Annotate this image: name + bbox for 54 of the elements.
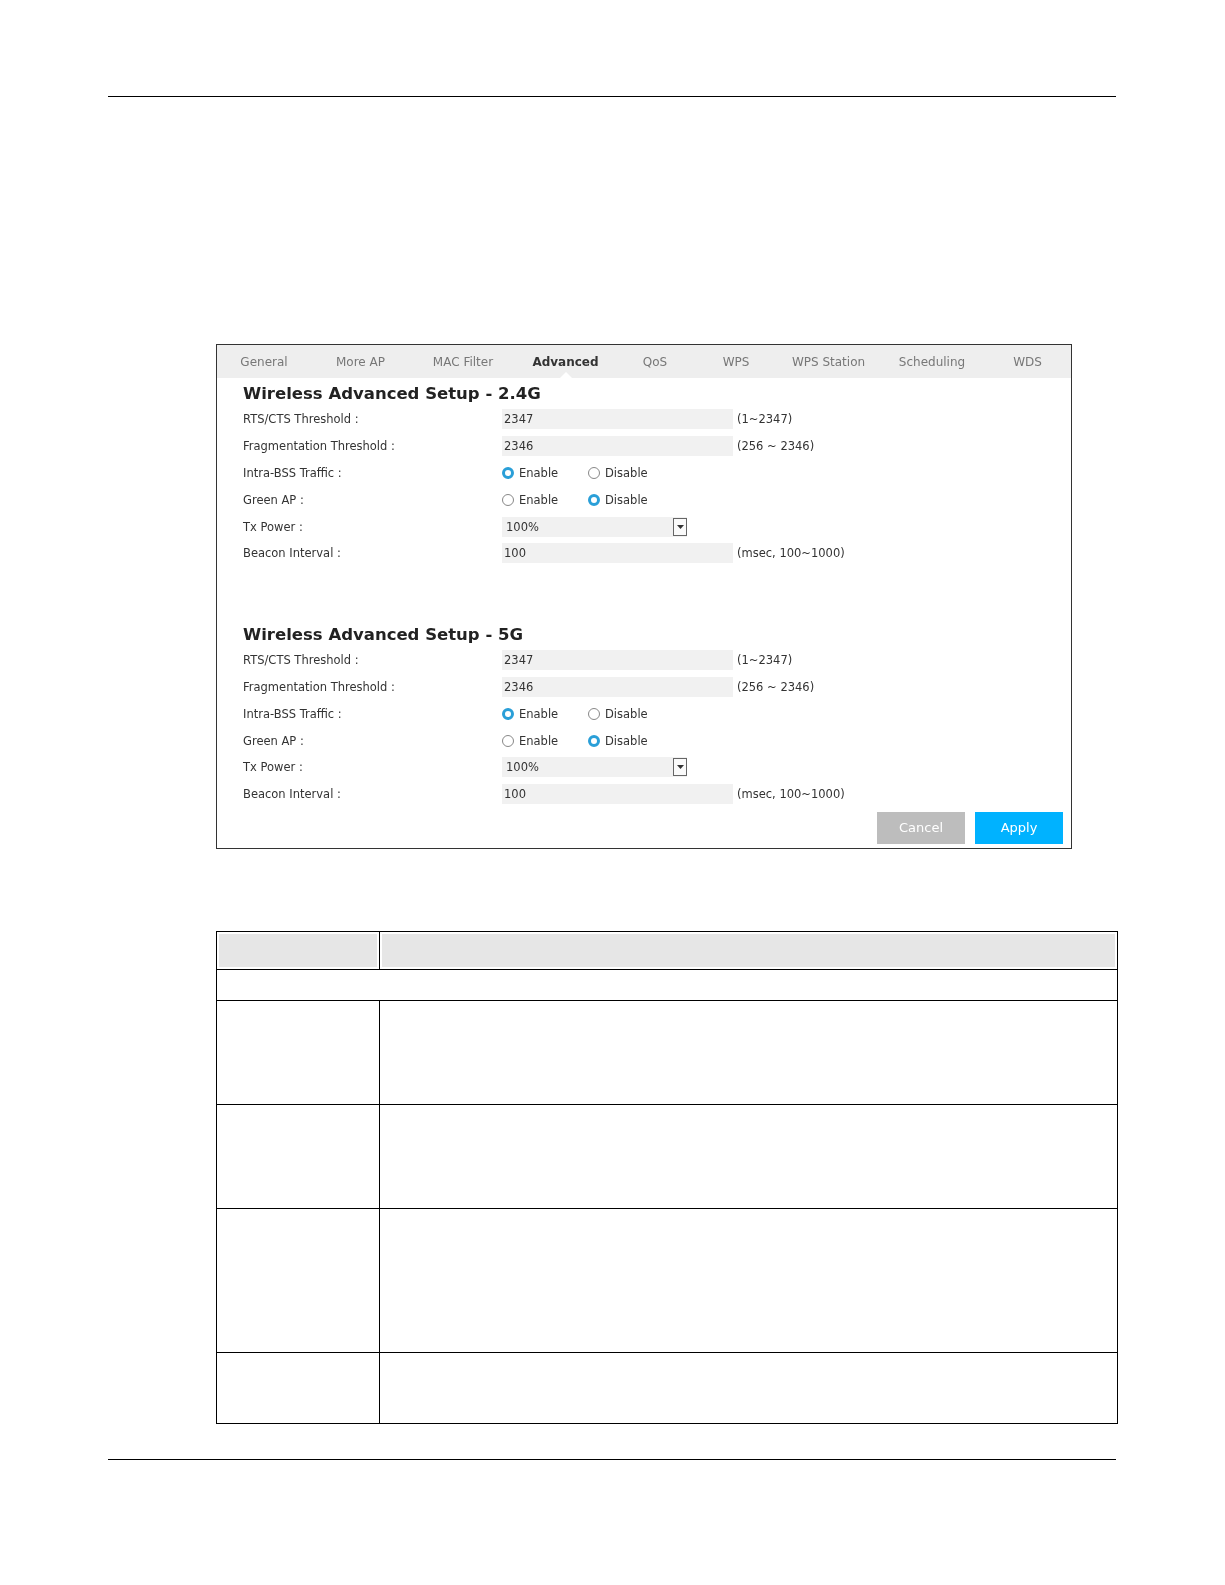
- field-label: Tx Power :: [243, 519, 304, 534]
- radio-button[interactable]: [502, 467, 514, 479]
- radio-label: Disable: [605, 733, 648, 748]
- radio-label: Disable: [605, 492, 648, 507]
- tab[interactable]: Advanced: [532, 354, 599, 369]
- field-label: Beacon Interval :: [243, 546, 342, 561]
- tab[interactable]: MAC Filter: [432, 354, 494, 369]
- field-label: Green AP :: [243, 733, 305, 748]
- text-field[interactable]: 100: [502, 543, 733, 564]
- range-hint: (1~2347): [737, 653, 793, 668]
- field-label: Fragmentation Threshold :: [243, 679, 396, 694]
- range-hint: (1~2347): [737, 412, 793, 427]
- radio-label: Enable: [519, 466, 559, 480]
- tab[interactable]: WDS: [1013, 354, 1042, 369]
- radio-button[interactable]: [502, 734, 514, 747]
- dropdown[interactable]: 100%: [502, 757, 687, 778]
- radio-button[interactable]: [588, 493, 600, 506]
- radio-label: Disable: [605, 466, 648, 480]
- tab[interactable]: QoS: [642, 354, 668, 369]
- radio-label: Enable: [519, 733, 559, 748]
- range-hint: (msec, 100~1000): [737, 787, 845, 802]
- radio-button[interactable]: [502, 707, 514, 720]
- text-field[interactable]: 2347: [502, 409, 733, 430]
- field-label: RTS/CTS Threshold :: [243, 653, 360, 668]
- field-label: Beacon Interval :: [243, 787, 342, 802]
- tab[interactable]: General: [240, 354, 288, 369]
- radio-button[interactable]: [502, 493, 514, 506]
- section-title: Wireless Advanced Setup - 5G: [243, 623, 525, 646]
- radio-label: Enable: [519, 706, 559, 721]
- text-field[interactable]: 2346: [502, 436, 733, 457]
- range-hint: (256 ~ 2346): [737, 439, 815, 454]
- field-label: Intra-BSS Traffic :: [243, 706, 343, 721]
- field-label: Tx Power :: [243, 760, 304, 775]
- tab[interactable]: WPS Station: [791, 354, 866, 369]
- radio-button[interactable]: [588, 734, 600, 747]
- radio-label: Enable: [519, 492, 559, 507]
- radio-button[interactable]: [588, 707, 600, 720]
- field-label: Intra-BSS Traffic :: [243, 466, 343, 480]
- apply-button[interactable]: Apply: [975, 811, 1063, 844]
- tab[interactable]: WPS: [722, 354, 750, 369]
- field-label: Fragmentation Threshold :: [243, 439, 396, 454]
- radio-label: Disable: [605, 706, 648, 721]
- range-hint: (msec, 100~1000): [737, 546, 845, 561]
- tab[interactable]: More AP: [336, 354, 385, 369]
- text-field[interactable]: 100: [502, 784, 733, 805]
- field-label: Green AP :: [243, 492, 305, 507]
- section-title: Wireless Advanced Setup - 2.4G: [243, 383, 542, 405]
- range-hint: (256 ~ 2346): [737, 679, 815, 694]
- radio-button[interactable]: [588, 467, 600, 479]
- dropdown[interactable]: 100%: [502, 516, 687, 537]
- text-field[interactable]: 2346: [502, 676, 733, 697]
- text-field[interactable]: 2347: [502, 650, 733, 671]
- tab[interactable]: Scheduling: [898, 354, 966, 369]
- field-label: RTS/CTS Threshold :: [243, 412, 360, 427]
